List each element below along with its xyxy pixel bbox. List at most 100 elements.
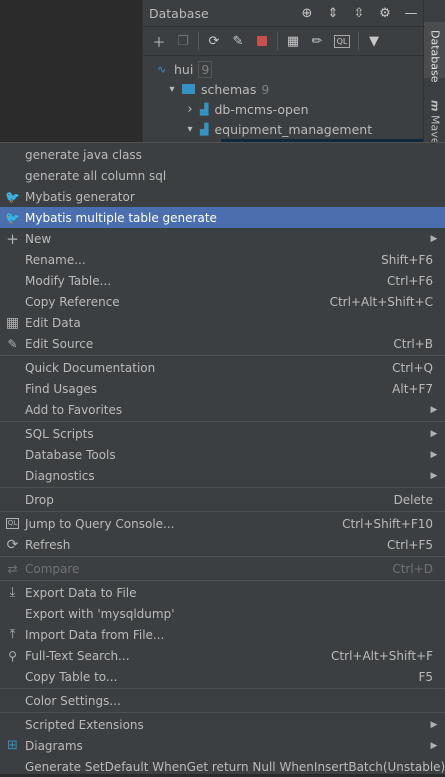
menu-item-edit-source[interactable]: ✎ Edit Source Ctrl+B: [0, 333, 445, 354]
menu-item-label: Diagnostics: [25, 468, 95, 483]
menu-item-copy-reference[interactable]: Copy Reference Ctrl+Alt+Shift+C: [0, 291, 445, 312]
menu-icon-empty: [0, 399, 25, 420]
console-icon[interactable]: QL: [334, 34, 350, 48]
refresh-icon[interactable]: ⟳: [202, 30, 226, 52]
database-panel: Database ⊕ ⇕ ⇳ ⚙ — ＋ ❐ ⟳ ✎ ▦ ✏ QL ▼ ∿ hu…: [142, 0, 424, 144]
menu-icon-empty: [0, 465, 25, 486]
collapse-all-icon[interactable]: ⇳: [346, 6, 372, 21]
menu-item-refresh[interactable]: ⟳ Refresh Ctrl+F5: [0, 534, 445, 555]
compare-icon: ⇄: [7, 561, 18, 576]
menu-item-find-usages[interactable]: Find Usages Alt+F7: [0, 378, 445, 399]
menu-item-diagrams[interactable]: ⊞ Diagrams ▶: [0, 735, 445, 756]
menu-item-export-data-to-file[interactable]: ⤓ Export Data to File: [0, 582, 445, 603]
menu-icon-empty: [0, 423, 25, 444]
menu-item-color-settings[interactable]: Color Settings...: [0, 690, 445, 711]
table-icon[interactable]: ▦: [281, 30, 305, 52]
menu-item-label: generate all column sql: [25, 168, 167, 183]
properties-icon[interactable]: ✎: [226, 30, 250, 52]
submenu-arrow-icon: ▶: [430, 428, 438, 439]
menu-item-import-data-from-file[interactable]: ⤒ Import Data from File...: [0, 624, 445, 645]
console-icon: QL: [5, 518, 20, 529]
chevron-down-icon[interactable]: ▾: [165, 84, 179, 95]
menu-item-label: Add to Favorites: [25, 402, 123, 417]
menu-item-new[interactable]: + New ▶: [0, 228, 445, 249]
menu-item-shortcut: Ctrl+F6: [387, 273, 433, 288]
mybatis-bird-icon: 🐦: [5, 189, 20, 204]
menu-item-scripted-extensions[interactable]: Scripted Extensions ▶: [0, 714, 445, 735]
menu-item-generate-java-class[interactable]: generate java class: [0, 144, 445, 165]
tab-database[interactable]: Database: [424, 22, 445, 83]
menu-item-label: Find Usages: [25, 381, 98, 396]
maven-icon: m: [428, 100, 442, 112]
schema-icon: ▟: [200, 122, 209, 136]
tree-item-schemas[interactable]: ▾ schemas 9: [143, 79, 424, 99]
menu-item-label: Quick Documentation: [25, 360, 156, 375]
menu-item-label: SQL Scripts: [25, 426, 94, 441]
menu-item-shortcut: Ctrl+Q: [392, 360, 433, 375]
menu-icon-empty: [0, 444, 25, 465]
database-toolbar: ＋ ❐ ⟳ ✎ ▦ ✏ QL ▼: [143, 27, 424, 56]
submenu-arrow-icon: ▶: [430, 233, 438, 244]
edit-icon[interactable]: ✏: [305, 30, 329, 52]
menu-item-label: Generate SetDefault WhenGet return Null …: [25, 759, 445, 774]
menu-icon-empty: [0, 144, 25, 165]
editor-area: [0, 0, 142, 142]
tree-item-hui[interactable]: ∿ hui 9: [143, 59, 424, 79]
tree-item-equipment-management[interactable]: ▾ ▟ equipment_management: [143, 119, 424, 139]
menu-item-label: New: [25, 231, 52, 246]
menu-icon-empty: [0, 270, 25, 291]
menu-item-quick-documentation[interactable]: Quick Documentation Ctrl+Q: [0, 357, 445, 378]
tree-label: db-mcms-open: [214, 101, 309, 117]
menu-icon-empty: [0, 603, 25, 624]
gear-icon[interactable]: ⚙: [372, 6, 398, 21]
stop-icon[interactable]: [250, 30, 274, 52]
chevron-down-icon[interactable]: ▾: [183, 124, 197, 135]
import-icon: ⤒: [9, 627, 16, 642]
tree-label: schemas: [201, 81, 257, 97]
menu-item-sql-scripts[interactable]: SQL Scripts ▶: [0, 423, 445, 444]
menu-item-label: Jump to Query Console...: [25, 516, 175, 531]
menu-item-full-text-search[interactable]: ⚲ Full-Text Search... Ctrl+Alt+Shift+F: [0, 645, 445, 666]
menu-item-edit-data[interactable]: ▦ Edit Data: [0, 312, 445, 333]
menu-item-drop[interactable]: Drop Delete: [0, 489, 445, 510]
menu-item-label: Drop: [25, 492, 54, 507]
menu-item-rename[interactable]: Rename... Shift+F6: [0, 249, 445, 270]
menu-item-mybatis-generator[interactable]: 🐦 Mybatis generator: [0, 186, 445, 207]
menu-item-label: Export with 'mysqldump': [25, 606, 175, 621]
menu-item-add-to-favorites[interactable]: Add to Favorites ▶: [0, 399, 445, 420]
menu-icon-empty: [0, 165, 25, 186]
database-tree: ∿ hui 9 ▾ schemas 9 › ▟ db-mcms-open ▾ ▟…: [143, 56, 424, 144]
target-icon[interactable]: ⊕: [294, 6, 320, 21]
menu-item-shortcut: Ctrl+B: [393, 336, 433, 351]
menu-icon-empty: [0, 378, 25, 399]
menu-item-jump-to-query-console[interactable]: QL Jump to Query Console... Ctrl+Shift+F…: [0, 513, 445, 534]
search-icon: ⚲: [8, 648, 17, 663]
menu-item-copy-table-to[interactable]: Copy Table to... F5: [0, 666, 445, 687]
menu-item-label: Full-Text Search...: [25, 648, 130, 663]
menu-item-export-with-mysqldump[interactable]: Export with 'mysqldump': [0, 603, 445, 624]
menu-item-modify-table[interactable]: Modify Table... Ctrl+F6: [0, 270, 445, 291]
chevron-right-icon[interactable]: ›: [183, 102, 197, 117]
menu-icon-empty: [0, 249, 25, 270]
menu-item-label: Color Settings...: [25, 693, 121, 708]
add-icon[interactable]: ＋: [147, 30, 171, 52]
submenu-arrow-icon: ▶: [430, 740, 438, 751]
menu-item-generate-all-column-sql[interactable]: generate all column sql: [0, 165, 445, 186]
submenu-arrow-icon: ▶: [430, 470, 438, 481]
menu-item-label: Edit Data: [25, 315, 81, 330]
expand-all-icon[interactable]: ⇕: [320, 6, 346, 21]
filter-icon[interactable]: ▼: [362, 30, 386, 52]
menu-item-shortcut: Ctrl+Alt+Shift+F: [331, 648, 433, 663]
tree-item-db-mcms-open[interactable]: › ▟ db-mcms-open: [143, 99, 424, 119]
minimize-icon[interactable]: —: [398, 6, 424, 21]
tab-maven[interactable]: m Maven: [424, 92, 445, 152]
menu-item-mybatis-multiple-table-generate[interactable]: 🐦 Mybatis multiple table generate: [0, 207, 445, 228]
menu-item-label: Import Data from File...: [25, 627, 165, 642]
submenu-arrow-icon: ▶: [430, 449, 438, 460]
table-grid-icon: ▦: [5, 314, 20, 331]
menu-item-database-tools[interactable]: Database Tools ▶: [0, 444, 445, 465]
menu-item-shortcut: Delete: [393, 492, 433, 507]
menu-item-diagnostics[interactable]: Diagnostics ▶: [0, 465, 445, 486]
tool-window-strip: Database m Maven: [423, 0, 445, 152]
copy-icon[interactable]: ❐: [171, 30, 195, 52]
